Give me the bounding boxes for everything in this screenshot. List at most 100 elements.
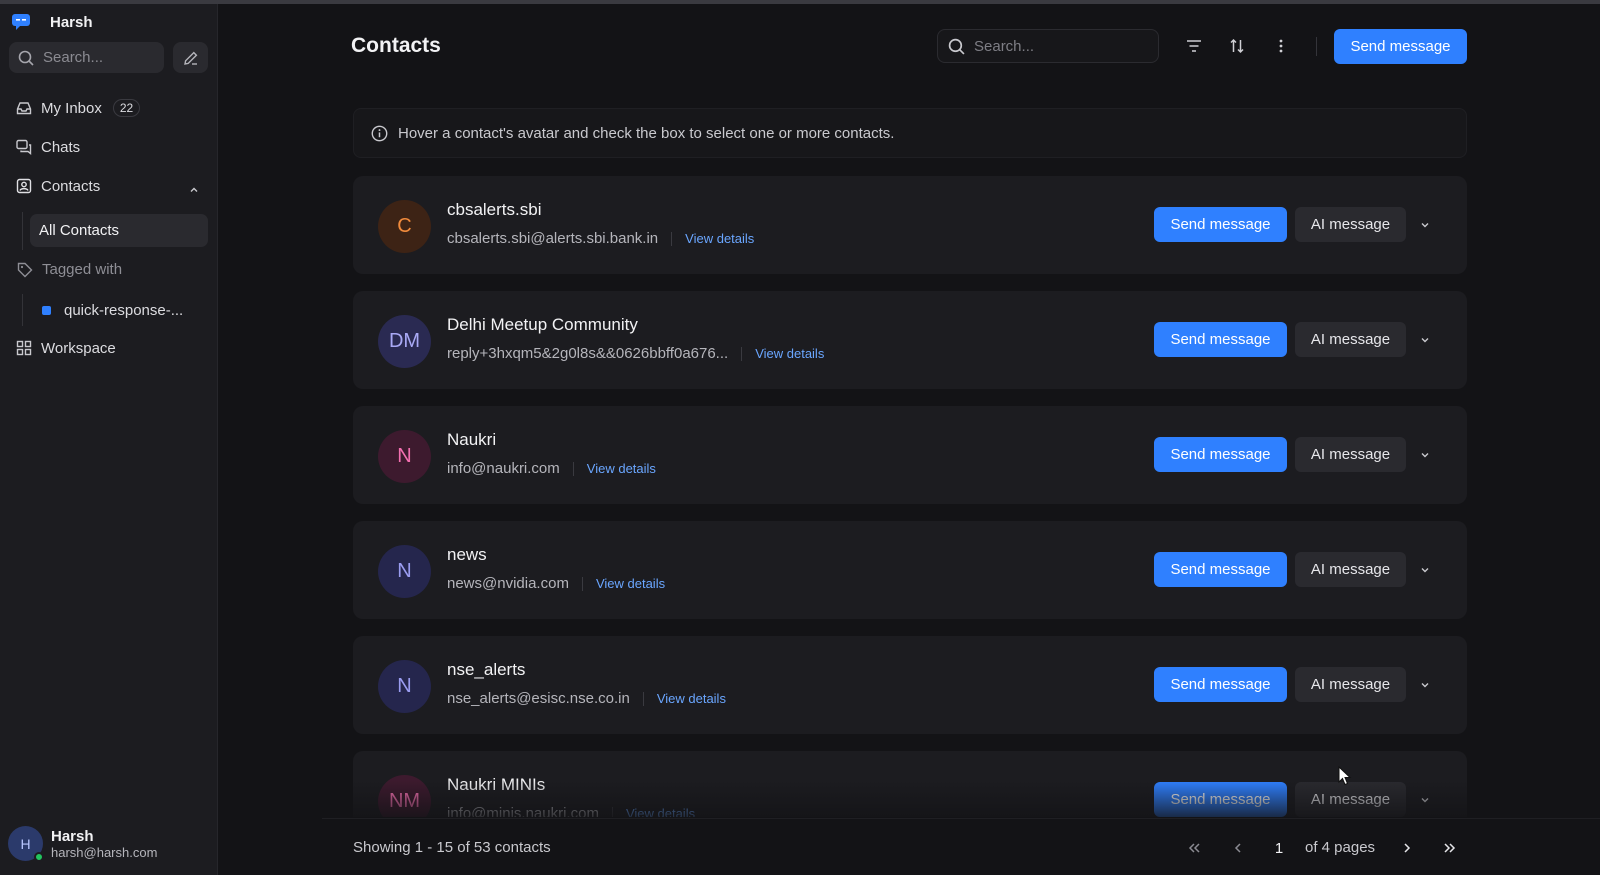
- sidebar-item-tagged-with[interactable]: Tagged with: [17, 261, 122, 278]
- sidebar-item-label: My Inbox: [41, 99, 102, 117]
- view-details-link[interactable]: View details: [596, 576, 665, 591]
- contact-subline: news@nvidia.com View details: [447, 575, 665, 592]
- sidebar-item-contacts[interactable]: Contacts: [16, 175, 100, 197]
- ai-message-button[interactable]: AI message: [1295, 667, 1406, 702]
- view-details-link[interactable]: View details: [755, 346, 824, 361]
- pencil-icon: [183, 51, 197, 65]
- avatar[interactable]: NM: [378, 775, 431, 817]
- last-page-button[interactable]: [1438, 836, 1462, 860]
- contact-card[interactable]: N Naukri info@naukri.com View details Send m…: [353, 406, 1467, 504]
- chevron-down-icon: [1421, 568, 1429, 573]
- sidebar-item-label: Tagged with: [42, 261, 123, 278]
- brand[interactable]: Harsh: [12, 12, 93, 32]
- search-placeholder: Search...: [974, 37, 1035, 55]
- separator: [611, 806, 613, 817]
- contact-name: news: [447, 545, 487, 564]
- contact-email: reply+3hxqm5&2g0l8s&&0626bbff0a676...: [447, 345, 729, 362]
- contact-email: info@naukri.com: [447, 460, 560, 477]
- ai-message-button[interactable]: AI message: [1295, 322, 1406, 357]
- info-banner: Hover a contact's avatar and check the b…: [353, 108, 1467, 158]
- expand-dropdown-button[interactable]: [1415, 330, 1435, 350]
- chevron-down-icon: [1421, 338, 1429, 343]
- contacts-search-input[interactable]: Search...: [937, 29, 1159, 63]
- user-profile[interactable]: H Harsh harsh@harsh.com: [8, 826, 158, 862]
- ai-message-button[interactable]: AI message: [1295, 782, 1406, 817]
- send-message-button[interactable]: Send message: [1154, 207, 1287, 242]
- contact-name: Delhi Meetup Community: [447, 315, 638, 334]
- sidebar-item-label: quick-response-...: [64, 302, 184, 319]
- send-message-button[interactable]: Send message: [1154, 667, 1287, 702]
- contact-card[interactable]: Ccbsalerts.sbi cbsalerts.sbi@alerts.sbi.b…: [353, 176, 1467, 274]
- pagination-footer: Showing 1 - 15 of 53 contacts 1 of 4 pag…: [322, 818, 1600, 875]
- send-message-button[interactable]: Send message: [1154, 322, 1287, 357]
- sidebar-item-chats[interactable]: Chats: [16, 136, 80, 158]
- sidebar-item-workspace[interactable]: Workspace: [16, 337, 116, 359]
- chevron-down-icon: [1421, 683, 1429, 688]
- expand-dropdown-button[interactable]: [1415, 790, 1435, 810]
- contact-subline: reply+3hxqm5&2g0l8s&&0626bbff0a676... Vie…: [447, 345, 824, 362]
- view-details-link[interactable]: View details: [685, 231, 754, 246]
- view-details-link[interactable]: View details: [626, 806, 695, 817]
- contact-name: Naukri MINIs: [447, 775, 546, 794]
- send-message-button[interactable]: Send message: [1154, 552, 1287, 587]
- sidebar-item-label: Workspace: [41, 339, 116, 357]
- send-message-button[interactable]: Send message: [1334, 29, 1467, 64]
- ai-message-button[interactable]: AI message: [1295, 437, 1406, 472]
- view-details-link[interactable]: View details: [657, 691, 726, 706]
- online-status-dot: [34, 852, 44, 862]
- contact-card[interactable]: NM Naukri MINIs info@minis.naukri.com View …: [353, 751, 1467, 817]
- double-chevron-right-icon: [1444, 843, 1456, 853]
- user-email: harsh@harsh.com: [51, 844, 158, 860]
- contact-name: Naukri: [447, 430, 497, 449]
- current-page-number[interactable]: 1: [1261, 833, 1297, 863]
- avatar[interactable]: N: [378, 430, 431, 483]
- avatar[interactable]: N: [378, 660, 431, 713]
- contact-card[interactable]: Nnse_alerts nse_alerts@esisc.nse.co.in Vie…: [353, 636, 1467, 734]
- sidebar-item-tag[interactable]: quick-response-...: [42, 302, 183, 319]
- avatar[interactable]: DM: [378, 315, 431, 368]
- toolbar-divider: [1316, 37, 1317, 56]
- view-details-link[interactable]: View details: [587, 461, 656, 476]
- ai-message-button[interactable]: AI message: [1295, 552, 1406, 587]
- avatar-initials: N: [397, 445, 412, 467]
- avatar-initial: H: [20, 835, 31, 852]
- inbox-count-badge: 22: [112, 99, 141, 117]
- sidebar-item-all-contacts[interactable]: All Contacts: [30, 214, 208, 247]
- previous-page-button[interactable]: [1226, 836, 1250, 860]
- contact-card[interactable]: Nnews news@nvidia.com View details Send mes…: [353, 521, 1467, 619]
- contacts-icon: [16, 178, 32, 194]
- next-page-button[interactable]: [1395, 836, 1419, 860]
- brand-name: Harsh: [50, 13, 93, 31]
- sort-button[interactable]: [1226, 35, 1248, 57]
- page-title: Contacts: [351, 34, 441, 57]
- ai-message-button[interactable]: AI message: [1295, 207, 1406, 242]
- window-top-edge: [0, 0, 1600, 4]
- filter-button[interactable]: [1183, 35, 1205, 57]
- contact-card[interactable]: DM Delhi Meetup Community reply+3hxqm5&2g0…: [353, 291, 1467, 389]
- avatar: H: [8, 826, 44, 862]
- avatar[interactable]: N: [378, 545, 431, 598]
- send-message-button[interactable]: Send message: [1154, 782, 1287, 817]
- avatar-initials: N: [397, 675, 412, 697]
- sort-arrows-icon: [1230, 38, 1244, 54]
- sidebar: Harsh Search... My Inbox 22 Chats Contac…: [0, 4, 218, 875]
- avatar-initials: DM: [388, 330, 421, 352]
- compose-button[interactable]: [173, 42, 208, 73]
- search-icon: [18, 50, 34, 66]
- avatar-initials: C: [397, 215, 412, 237]
- sidebar-item-inbox[interactable]: My Inbox 22: [16, 97, 141, 119]
- chevron-up-icon[interactable]: [188, 184, 200, 196]
- chevron-down-icon: [1421, 223, 1429, 228]
- expand-dropdown-button[interactable]: [1415, 215, 1435, 235]
- chevron-down-icon: [1421, 453, 1429, 458]
- expand-dropdown-button[interactable]: [1415, 675, 1435, 695]
- expand-dropdown-button[interactable]: [1415, 560, 1435, 580]
- separator: [741, 346, 743, 361]
- avatar[interactable]: C: [378, 200, 431, 253]
- send-message-button[interactable]: Send message: [1154, 437, 1287, 472]
- more-options-button[interactable]: [1270, 35, 1292, 57]
- sidebar-search-input[interactable]: Search...: [9, 42, 164, 73]
- expand-dropdown-button[interactable]: [1415, 445, 1435, 465]
- first-page-button[interactable]: [1182, 836, 1206, 860]
- tag-icon: [17, 262, 33, 277]
